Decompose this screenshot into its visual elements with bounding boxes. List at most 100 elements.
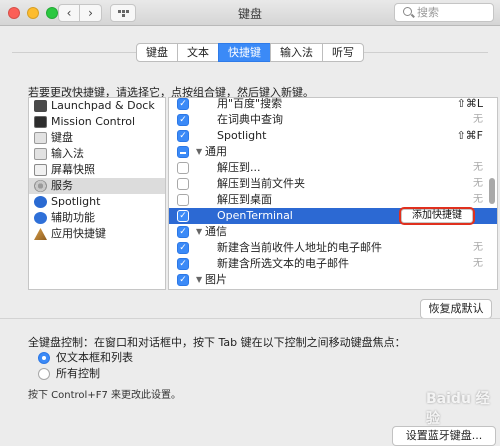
launchpad-icon [34,100,47,112]
minimize-window-button[interactable] [27,7,39,19]
add-shortcut-button[interactable]: 添加快捷键 [401,209,473,223]
shortcut-label: 解压到当前文件夹 [217,177,305,190]
shortcut-label: 新建含所选文本的电子邮件 [217,257,349,270]
shortcut-row[interactable]: ✓ 用"百度"搜索 ⇧⌘L [169,97,497,112]
shortcut-row[interactable]: ✓ Spotlight ⇧⌘F [169,128,497,144]
disclosure-triangle-icon[interactable]: ▼ [196,144,202,160]
show-all-button[interactable] [110,4,136,22]
checkbox-checked[interactable]: ✓ [177,226,189,238]
watermark-text: Baidu 经验 [426,391,490,427]
category-launchpad-dock[interactable]: Launchpad & Dock [29,98,165,114]
chevron-left-icon: ‹ [66,6,72,20]
disclosure-triangle-icon[interactable]: ▼ [196,272,202,288]
checkbox-unchecked[interactable] [177,162,189,174]
category-mission-control[interactable]: Mission Control [29,114,165,130]
setup-bluetooth-keyboard-button[interactable]: 设置蓝牙键盘... [392,426,496,446]
shortcut-keys[interactable]: 无 [473,240,483,256]
shortcut-keys[interactable]: 无 [473,112,483,128]
tab-keyboard[interactable]: 键盘 [136,43,178,62]
category-label: Spotlight [51,195,101,208]
category-label: Mission Control [51,115,136,128]
app-shortcuts-icon [34,228,47,240]
radio-label: 所有控制 [56,367,100,380]
category-label: Launchpad & Dock [51,99,155,112]
search-input[interactable]: 搜索 [394,3,494,22]
shortcut-group-row[interactable]: ✓ ▼ 通信 [169,224,497,240]
category-label: 键盘 [51,131,73,144]
grid-icon [117,9,121,13]
category-label: 应用快捷键 [51,227,106,240]
shortcut-row[interactable]: 解压到... 无 [169,160,497,176]
full-keyboard-access-text: 全键盘控制：在窗口和对话框中，按下 Tab 键在以下控制之间移动键盘焦点： [28,336,406,349]
disclosure-triangle-icon[interactable]: ▼ [196,224,202,240]
shortcut-row-selected[interactable]: ✓ OpenTerminal 添加快捷键 [169,208,497,224]
checkbox-checked[interactable]: ✓ [177,114,189,126]
shortcut-label: Spotlight [217,129,267,142]
services-gear-icon [34,180,47,192]
grid-icon-dot [121,13,125,17]
zoom-window-button[interactable] [46,7,58,19]
checkbox-checked[interactable]: ✓ [177,258,189,270]
shortcut-label: 用"百度"搜索 [217,97,283,110]
control-f7-hint: 按下 Control+F7 来更改此设置。 [28,390,181,401]
shortcut-keys[interactable]: 无 [473,160,483,176]
section-divider [0,318,500,319]
category-label: 辅助功能 [51,211,95,224]
grid-icon-dot [121,9,125,13]
checkbox-checked[interactable]: ✓ [177,98,189,110]
checkbox-unchecked[interactable] [177,194,189,206]
shortcut-keys[interactable]: ⇧⌘F [456,128,483,144]
checkbox-checked[interactable]: ✓ [177,242,189,254]
shortcut-row[interactable]: ✓ 新建含所选文本的电子邮件 无 [169,256,497,272]
category-label: 输入法 [51,147,84,160]
category-services[interactable]: 服务 [29,178,165,194]
search-placeholder: 搜索 [417,6,439,19]
category-input-sources[interactable]: 输入法 [29,146,165,162]
category-label: 服务 [51,179,73,192]
back-button[interactable]: ‹ [58,4,80,22]
shortcut-keys[interactable]: 无 [473,256,483,272]
forward-button[interactable]: › [80,4,102,22]
keyboard-preferences-window: ‹ › 键盘 搜索 键盘 文本 快捷键 输入法 听写 若要更改快捷键，请选择它，… [0,0,500,446]
screenshot-icon [34,164,47,176]
category-keyboard[interactable]: 键盘 [29,130,165,146]
checkbox-mixed[interactable] [177,146,189,158]
checkbox-checked[interactable]: ✓ [177,210,189,222]
shortcut-row[interactable]: 解压到桌面 无 [169,192,497,208]
spotlight-icon [34,196,47,208]
shortcut-label: 解压到... [217,161,261,174]
tab-dictation[interactable]: 听写 [322,43,364,62]
chevron-right-icon: › [88,6,93,20]
restore-defaults-button[interactable]: 恢复成默认 [420,299,492,319]
radio-unselected[interactable] [38,368,50,380]
scrollbar-thumb[interactable] [489,178,495,204]
shortcut-keys[interactable]: 无 [473,176,483,192]
radio-label: 仅文本框和列表 [56,351,133,364]
close-window-button[interactable] [8,7,20,19]
category-app-shortcuts[interactable]: 应用快捷键 [29,226,165,242]
accessibility-icon [34,212,47,224]
shortcut-group-row[interactable]: ✓ ▼ 图片 [169,272,497,288]
shortcut-row[interactable]: 解压到当前文件夹 无 [169,176,497,192]
title-bar: ‹ › 键盘 搜索 [0,0,500,26]
group-label: 图片 [205,273,227,286]
group-label: 通用 [205,145,227,158]
shortcut-row[interactable]: ✓ 新建含当前收件人地址的电子邮件 无 [169,240,497,256]
shortcut-label: 在词典中查询 [217,113,283,126]
checkbox-checked[interactable]: ✓ [177,274,189,286]
tab-input-sources[interactable]: 输入法 [270,43,323,62]
category-spotlight[interactable]: Spotlight [29,194,165,210]
keyboard-icon [34,132,47,144]
category-accessibility[interactable]: 辅助功能 [29,210,165,226]
shortcut-row[interactable]: ✓ 在词典中查询 无 [169,112,497,128]
shortcut-keys[interactable]: ⇧⌘L [457,98,483,112]
radio-selected[interactable] [38,352,50,364]
shortcut-group-row[interactable]: ▼ 通用 [169,144,497,160]
category-screenshots[interactable]: 屏幕快照 [29,162,165,178]
shortcut-keys[interactable]: 无 [473,192,483,208]
tab-text[interactable]: 文本 [177,43,219,62]
tab-shortcuts[interactable]: 快捷键 [218,43,271,62]
checkbox-checked[interactable]: ✓ [177,130,189,142]
shortcut-label: 解压到桌面 [217,193,272,206]
checkbox-unchecked[interactable] [177,178,189,190]
